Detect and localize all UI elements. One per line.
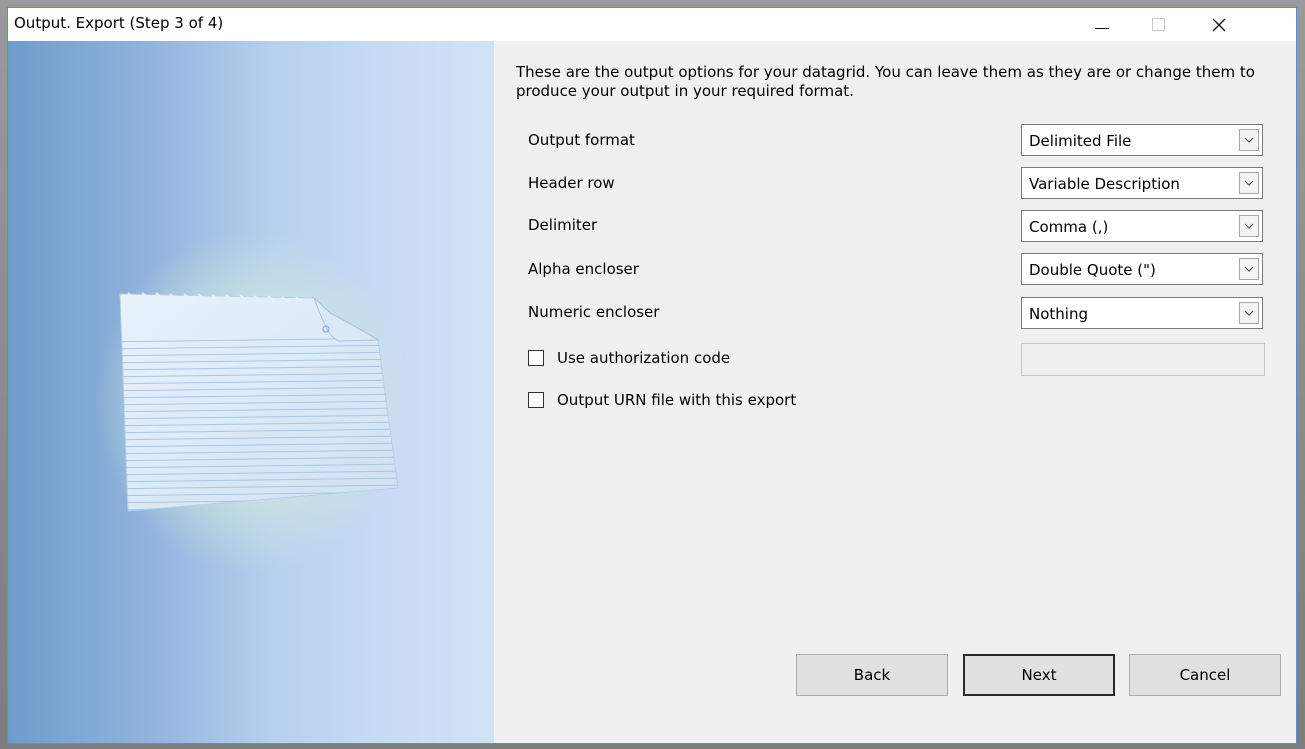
back-button[interactable]: Back — [796, 654, 948, 696]
output-urn-file-checkbox[interactable] — [528, 392, 544, 408]
numeric-encloser-select[interactable]: Nothing — [1021, 297, 1263, 329]
maximize-button[interactable] — [1130, 8, 1186, 41]
numeric-encloser-label: Numeric encloser — [528, 303, 660, 321]
header-row-value: Variable Description — [1029, 175, 1180, 193]
document-page-icon — [119, 292, 399, 512]
output-format-value: Delimited File — [1029, 132, 1132, 150]
output-format-select[interactable]: Delimited File — [1021, 124, 1263, 156]
header-row-select[interactable]: Variable Description — [1021, 167, 1263, 199]
options-panel: These are the output options for your da… — [494, 41, 1296, 743]
window-title: Output. Export (Step 3 of 4) — [14, 14, 224, 32]
delimiter-value: Comma (,) — [1029, 218, 1109, 236]
close-icon — [1212, 18, 1226, 31]
export-dialog-window: Output. Export (Step 3 of 4) These are t… — [7, 7, 1297, 744]
delimiter-label: Delimiter — [528, 216, 598, 234]
use-authorization-code-row[interactable]: Use authorization code — [528, 349, 730, 367]
wizard-side-panel — [8, 41, 494, 743]
header-row-label: Header row — [528, 174, 615, 192]
authorization-code-input[interactable] — [1021, 343, 1265, 376]
chevron-down-icon[interactable] — [1239, 129, 1259, 151]
output-urn-file-row[interactable]: Output URN file with this export — [528, 391, 796, 409]
chevron-down-icon[interactable] — [1239, 172, 1259, 194]
alpha-encloser-value: Double Quote (") — [1029, 261, 1156, 279]
use-authorization-code-checkbox[interactable] — [528, 350, 544, 366]
chevron-down-icon[interactable] — [1239, 302, 1259, 324]
delimiter-select[interactable]: Comma (,) — [1021, 210, 1263, 242]
intro-text: These are the output options for your da… — [516, 63, 1255, 100]
next-button[interactable]: Next — [963, 654, 1115, 696]
title-bar[interactable]: Output. Export (Step 3 of 4) — [8, 8, 1296, 41]
close-button[interactable] — [1191, 8, 1247, 41]
minimize-button[interactable] — [1074, 8, 1130, 41]
numeric-encloser-value: Nothing — [1029, 305, 1088, 323]
chevron-down-icon[interactable] — [1239, 215, 1259, 237]
alpha-encloser-select[interactable]: Double Quote (") — [1021, 253, 1263, 285]
maximize-icon — [1151, 18, 1165, 31]
alpha-encloser-label: Alpha encloser — [528, 260, 639, 278]
chevron-down-icon[interactable] — [1239, 258, 1259, 280]
use-authorization-code-label: Use authorization code — [557, 349, 731, 367]
cancel-button[interactable]: Cancel — [1129, 654, 1281, 696]
minimize-icon — [1095, 28, 1109, 29]
output-urn-file-label: Output URN file with this export — [557, 391, 797, 409]
output-format-label: Output format — [528, 131, 635, 149]
